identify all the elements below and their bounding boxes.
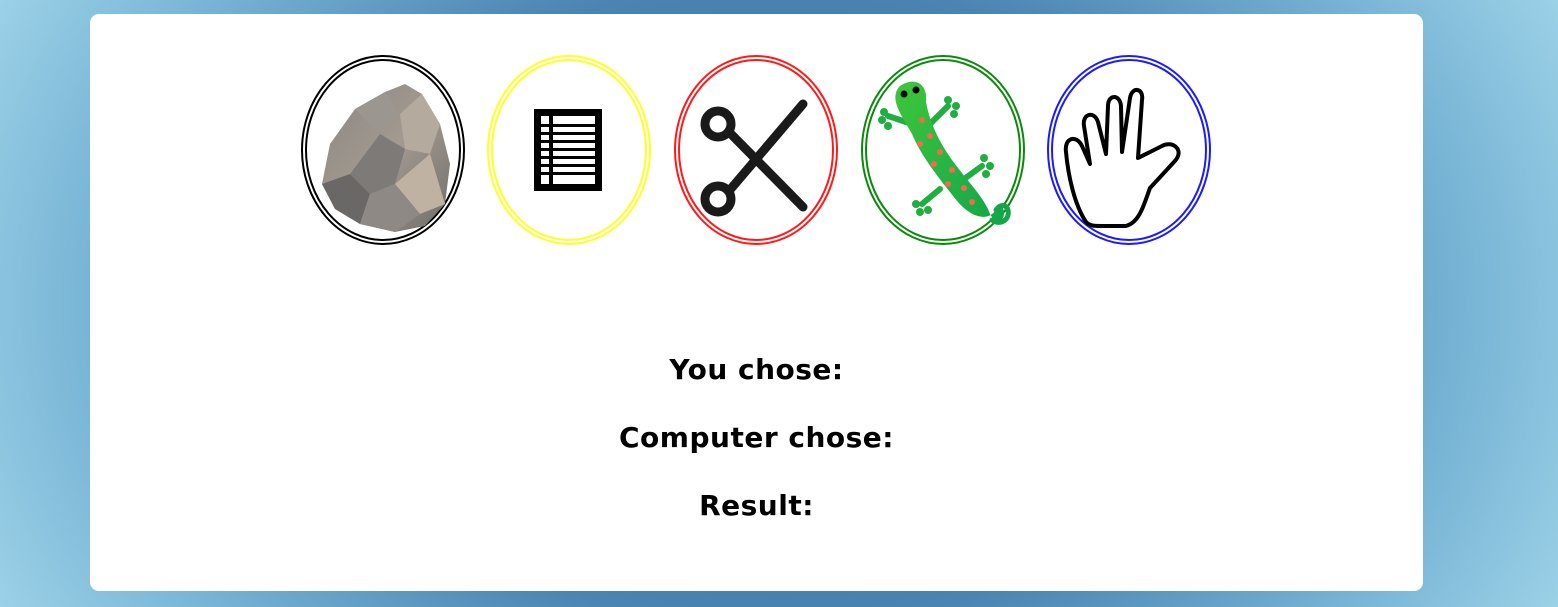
rock-button[interactable] bbox=[300, 54, 466, 246]
computer-chose-text: Computer chose: bbox=[619, 421, 894, 454]
rock-icon bbox=[322, 84, 450, 232]
paper-button[interactable] bbox=[486, 54, 652, 246]
spock-hand-icon bbox=[1063, 88, 1181, 228]
scissors-button[interactable] bbox=[673, 54, 839, 246]
you-chose-text: You chose: bbox=[669, 353, 844, 386]
scissors-icon bbox=[700, 99, 808, 217]
lizard-button[interactable] bbox=[860, 54, 1026, 246]
result-text: Result: bbox=[699, 489, 814, 522]
choice-buttons bbox=[300, 54, 1220, 246]
lizard-icon bbox=[878, 81, 1011, 225]
paper-icon bbox=[534, 109, 602, 191]
game-card: You chose: Computer chose: Result: bbox=[90, 14, 1423, 591]
spock-button[interactable] bbox=[1046, 54, 1212, 246]
results-panel: You chose: Computer chose: Result: bbox=[90, 354, 1423, 558]
